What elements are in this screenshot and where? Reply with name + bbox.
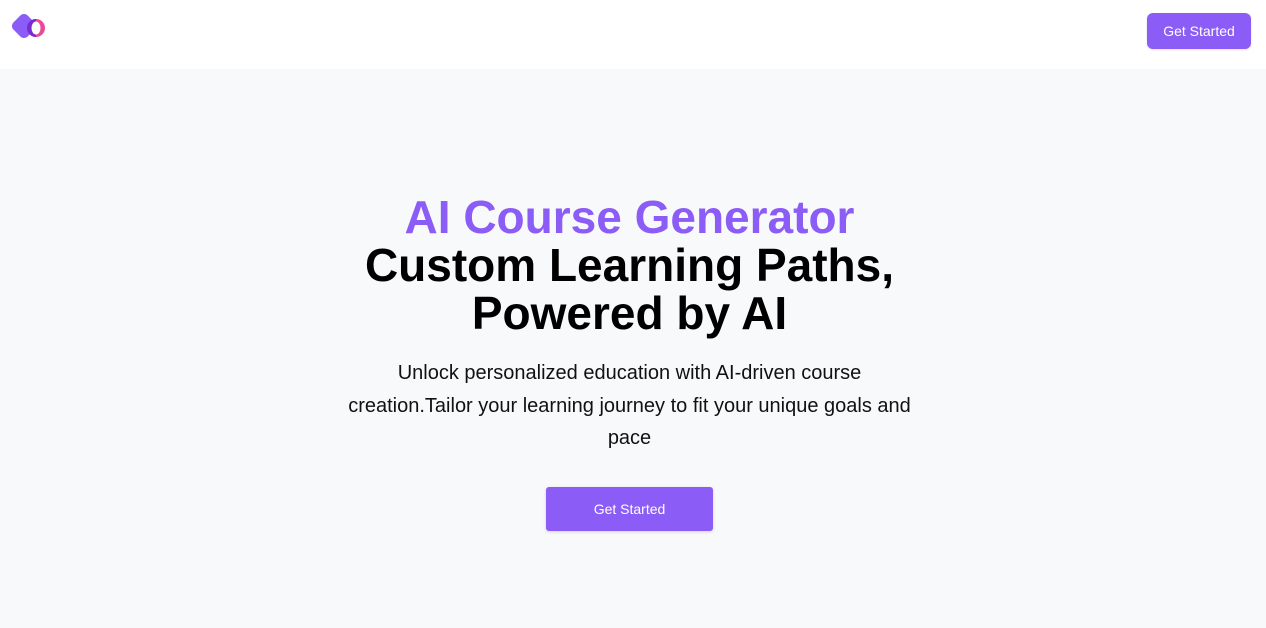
hero-section: AI Course Generator Custom Learning Path… — [0, 69, 1266, 628]
hero-subtitle: Unlock personalized education with AI-dr… — [348, 362, 911, 449]
top-navigation-bar: Get Started — [0, 0, 1266, 69]
hero-title-line1: Custom Learning Paths, — [364, 239, 895, 291]
hero-title-accent: AI Course Generator — [404, 191, 855, 243]
hero-get-started-button[interactable]: Get Started — [546, 487, 713, 531]
hero-title: AI Course Generator Custom Learning Path… — [333, 193, 926, 337]
brand-logo-icon[interactable] — [11, 13, 47, 42]
hero-content: AI Course Generator Custom Learning Path… — [333, 193, 926, 455]
hero-title-line2: Powered by AI — [471, 287, 788, 339]
header-get-started-button[interactable]: Get Started — [1147, 13, 1251, 49]
